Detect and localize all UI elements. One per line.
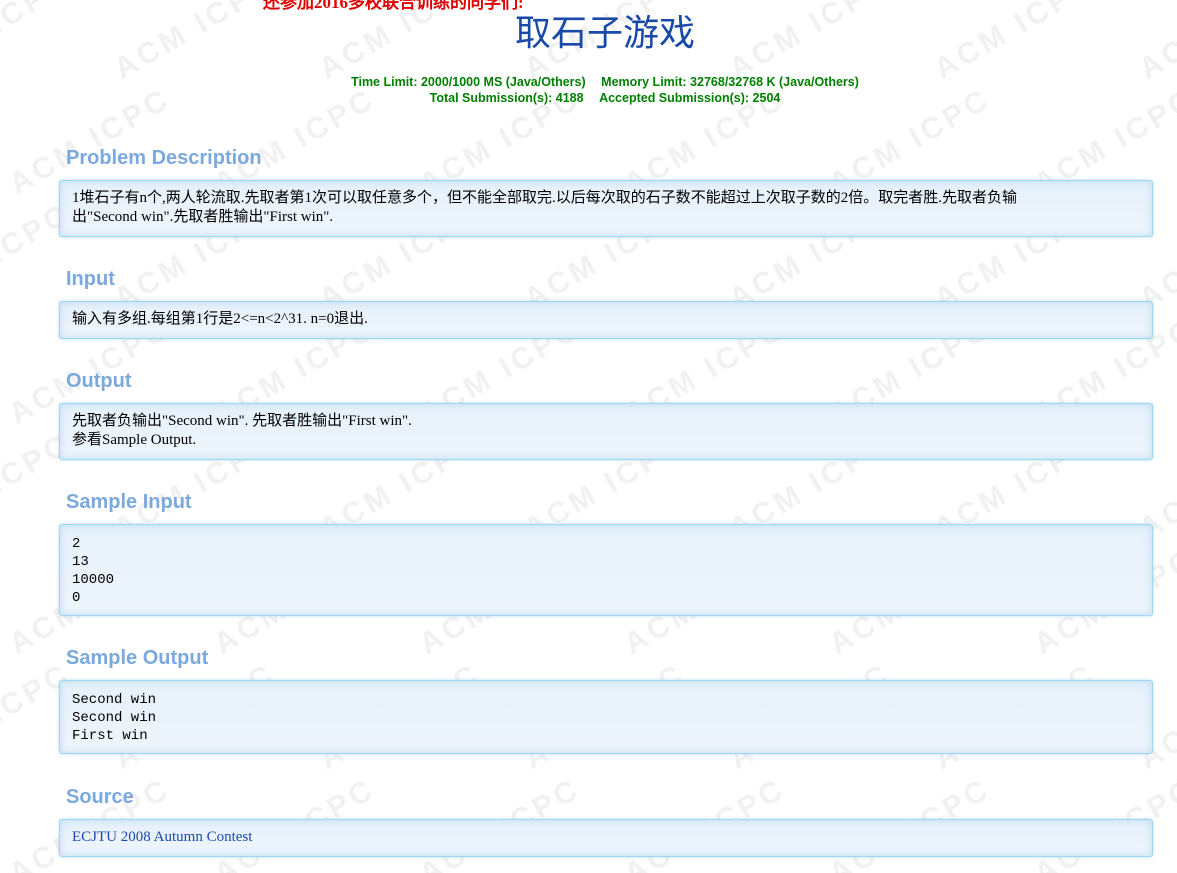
description-line: 出"Second win".先取者胜输出"First win". [72, 209, 334, 225]
sample-input-panel[interactable]: 2 13 10000 0 [59, 524, 1153, 616]
sample-output-panel[interactable]: Second win Second win First win [59, 680, 1153, 754]
sample-input-line: 0 [72, 590, 81, 606]
description-heading: Problem Description [66, 147, 262, 169]
source-heading: Source [66, 786, 134, 808]
output-heading: Output [66, 370, 132, 392]
input-panel: 输入有多组.每组第1行是2<=n<2^31. n=0退出. [59, 301, 1153, 339]
total-submissions: Total Submission(s): 4188 [429, 91, 584, 105]
sample-output-line: Second win [72, 692, 157, 708]
description-line: 1堆石子有n个,两人轮流取.先取者第1次可以取任意多个，但不能全部取完.以后每次… [72, 190, 1018, 206]
sample-input-line: 10000 [72, 572, 115, 588]
source-panel: ECJTU 2008 Autumn Contest [59, 819, 1153, 857]
source-link[interactable]: ECJTU 2008 Autumn Contest [72, 829, 252, 845]
problem-title: 取石子游戏 [514, 13, 695, 54]
time-limit: Time Limit: 2000/1000 MS (Java/Others) [351, 75, 586, 89]
sample-output-line: First win [72, 728, 148, 744]
output-line: 先取者负输出"Second win". 先取者胜输出"First win". [72, 413, 412, 429]
description-panel: 1堆石子有n个,两人轮流取.先取者第1次可以取任意多个，但不能全部取完.以后每次… [59, 180, 1153, 237]
sample-output-line: Second win [72, 710, 157, 726]
input-line: 输入有多组.每组第1行是2<=n<2^31. n=0退出. [72, 311, 368, 327]
sample-input-line: 13 [72, 554, 89, 570]
sample-input-heading: Sample Input [66, 491, 192, 513]
sample-input-line: 2 [72, 536, 81, 552]
output-panel: 先取者负输出"Second win". 先取者胜输出"First win". 参… [59, 403, 1153, 460]
accepted-submissions: Accepted Submission(s): 2504 [599, 91, 781, 105]
sample-output-heading: Sample Output [66, 647, 209, 669]
memory-limit: Memory Limit: 32768/32768 K (Java/Others… [601, 75, 859, 89]
output-line: 参看Sample Output. [72, 432, 197, 448]
input-heading: Input [66, 268, 115, 290]
problem-limits: Time Limit: 2000/1000 MS (Java/Others) M… [0, 74, 1177, 106]
